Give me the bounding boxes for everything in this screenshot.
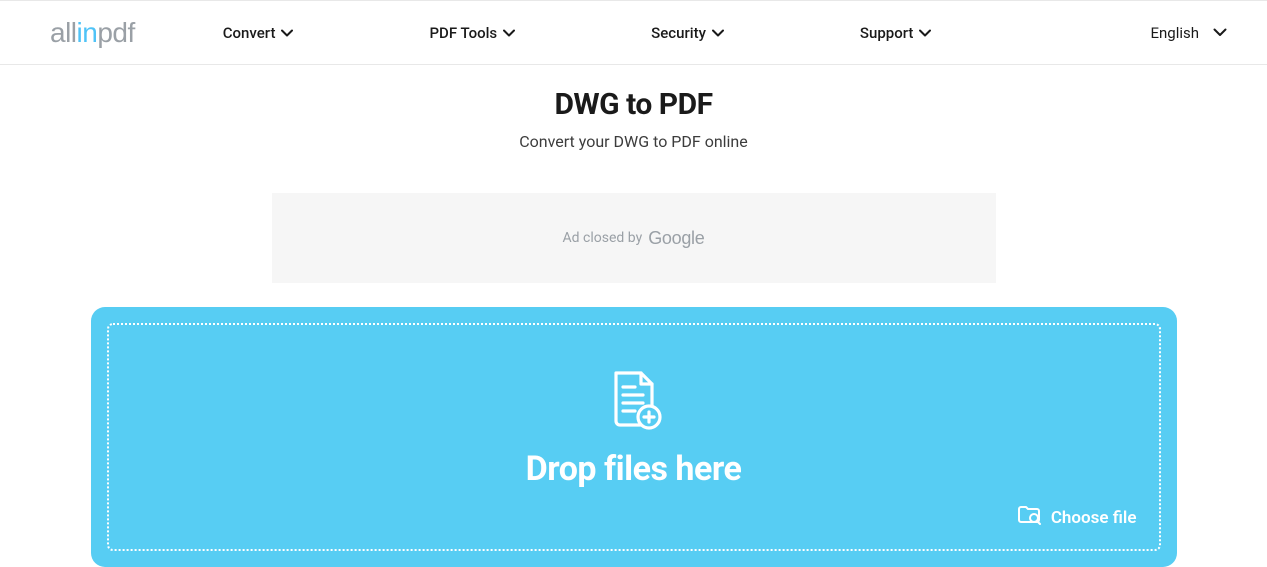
nav-security[interactable]: Security: [633, 24, 742, 42]
chevron-down-icon: [281, 29, 293, 37]
google-logo: Google: [648, 228, 704, 249]
dropzone[interactable]: Drop files here Choose file: [91, 307, 1177, 567]
nav-support[interactable]: Support: [842, 24, 949, 42]
language-label: English: [1150, 24, 1199, 42]
nav-pdf-tools[interactable]: PDF Tools: [411, 24, 533, 42]
dropzone-inner[interactable]: Drop files here Choose file: [107, 323, 1161, 551]
page-title: DWG to PDF: [0, 87, 1267, 122]
chevron-down-icon: [712, 29, 724, 37]
folder-search-icon: [1017, 504, 1043, 531]
header: allinpdf Convert PDF Tools Security Supp…: [0, 1, 1267, 65]
logo-part3: pdf: [97, 17, 134, 48]
logo-part2: in: [77, 17, 98, 48]
primary-nav: Convert PDF Tools Security Support: [205, 24, 950, 42]
chevron-down-icon: [919, 29, 931, 37]
choose-file-button[interactable]: Choose file: [1017, 504, 1137, 531]
nav-label: Security: [651, 24, 706, 42]
main-content: DWG to PDF Convert your DWG to PDF onlin…: [0, 65, 1267, 567]
page-subtitle: Convert your DWG to PDF online: [0, 132, 1267, 151]
nav-label: PDF Tools: [429, 24, 497, 42]
logo[interactable]: allinpdf: [50, 17, 135, 49]
nav-label: Convert: [223, 24, 276, 42]
ad-placeholder: Ad closed by Google: [272, 193, 996, 283]
nav-convert[interactable]: Convert: [205, 24, 312, 42]
dropzone-label: Drop files here: [526, 449, 742, 489]
ad-text: Ad closed by: [563, 230, 643, 246]
logo-part1: all: [50, 17, 77, 48]
chevron-down-icon: [1213, 28, 1227, 37]
choose-file-label: Choose file: [1051, 508, 1137, 528]
file-add-icon: [605, 369, 663, 435]
language-selector[interactable]: English: [1150, 24, 1227, 42]
chevron-down-icon: [503, 29, 515, 37]
nav-label: Support: [860, 24, 913, 42]
